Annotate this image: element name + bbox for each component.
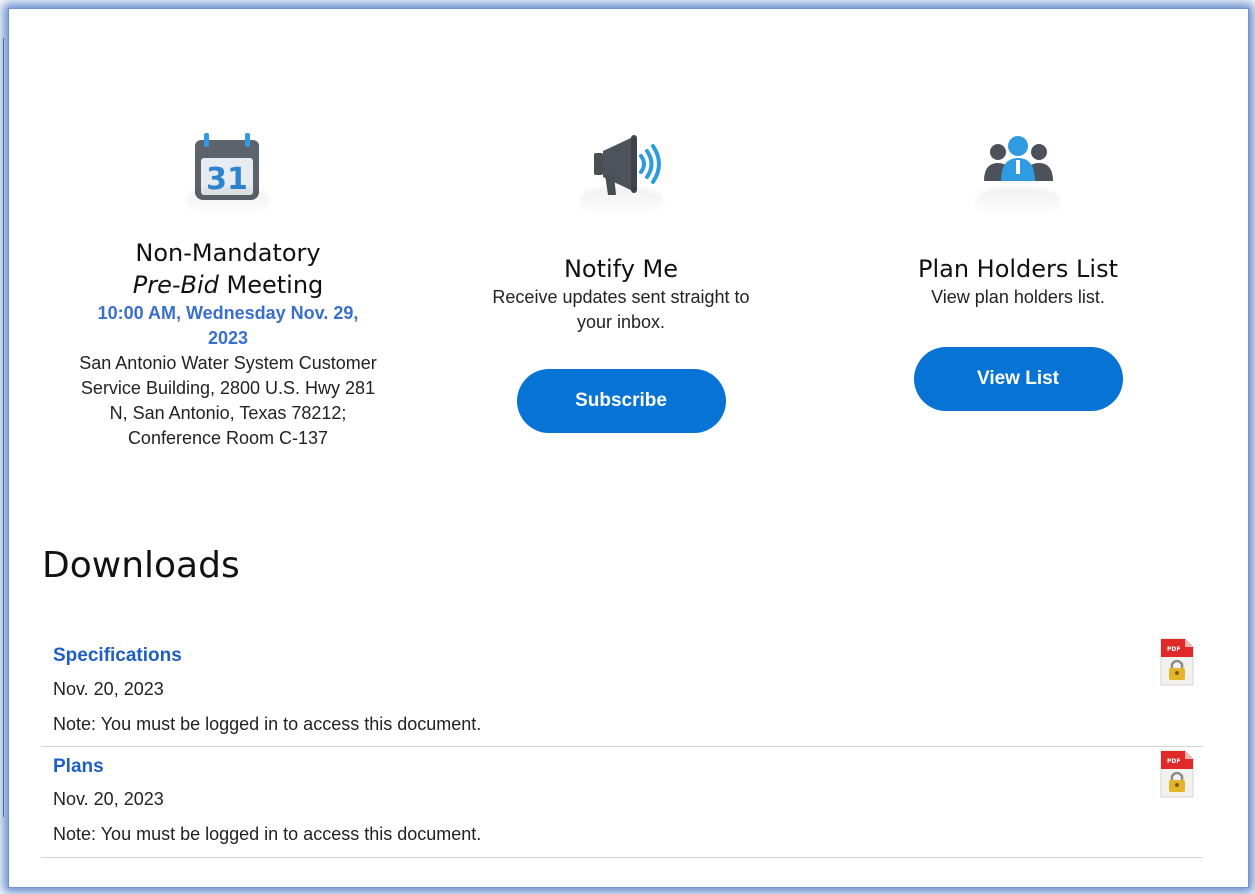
download-link-specifications[interactable]: Specifications [53,645,182,667]
meeting-title-line1: Non-Mandatory [135,239,321,267]
pdf-lock-icon[interactable]: PDF [1159,637,1195,687]
meeting-datetime-line1: 10:00 AM, Wednesday Nov. 29, [97,303,359,323]
meeting-title-emphasis: Pre-Bid [132,271,219,299]
downloads-list: Specifications Nov. 20, 2023 Note: You m… [41,635,1203,858]
meeting-datetime-line2: 2023 [207,328,249,348]
svg-text:PDF: PDF [1167,646,1180,653]
download-date: Nov. 20, 2023 [53,789,164,809]
plan-holders-section: Plan Holders List View plan holders list… [868,125,1168,411]
meeting-location-line: San Antonio Water System Customer [79,353,377,373]
list-item: Plans Nov. 20, 2023 Note: You must be lo… [41,747,1203,858]
bid-page: 31 Non-Mandatory Pre-Bid Meeting 10:00 A… [28,18,1228,886]
download-note: Note: You must be logged in to access th… [53,714,482,734]
notify-me-section: Notify Me Receive updates sent straight … [451,125,791,433]
svg-text:PDF: PDF [1167,758,1180,765]
people-icon [968,125,1068,225]
pre-bid-meeting-section: 31 Non-Mandatory Pre-Bid Meeting 10:00 A… [78,125,378,451]
meeting-location: San Antonio Water System Customer Servic… [78,351,378,451]
subscribe-button[interactable]: Subscribe [516,369,726,433]
screenshot-frame: 31 Non-Mandatory Pre-Bid Meeting 10:00 A… [0,0,1255,894]
download-link-plans[interactable]: Plans [53,756,104,778]
download-date: Nov. 20, 2023 [53,679,164,699]
left-divider [3,38,4,817]
pdf-lock-icon[interactable]: PDF [1159,749,1195,799]
megaphone-icon [571,125,671,225]
calendar-icon: 31 [178,125,278,225]
meeting-title: Non-Mandatory Pre-Bid Meeting [78,237,378,301]
meeting-datetime: 10:00 AM, Wednesday Nov. 29, 2023 [78,301,378,351]
meeting-location-line: Service Building, 2800 U.S. Hwy 281 [80,378,376,398]
meeting-title-rest: Meeting [218,271,324,299]
notify-description-line2: your inbox. [576,312,666,332]
notify-description: Receive updates sent straight to your in… [451,285,791,335]
download-note: Note: You must be logged in to access th… [53,824,482,844]
meeting-location-line: N, San Antonio, Texas 78212; [109,403,347,423]
downloads-heading: Downloads [42,545,240,586]
notify-description-line1: Receive updates sent straight to [492,287,750,307]
meeting-location-line: Conference Room C-137 [127,428,329,448]
view-list-button[interactable]: View List [913,347,1123,411]
plan-holders-title: Plan Holders List [917,255,1119,283]
list-item: Specifications Nov. 20, 2023 Note: You m… [41,635,1203,747]
notify-title: Notify Me [563,255,679,283]
plan-holders-description: View plan holders list. [931,287,1105,307]
